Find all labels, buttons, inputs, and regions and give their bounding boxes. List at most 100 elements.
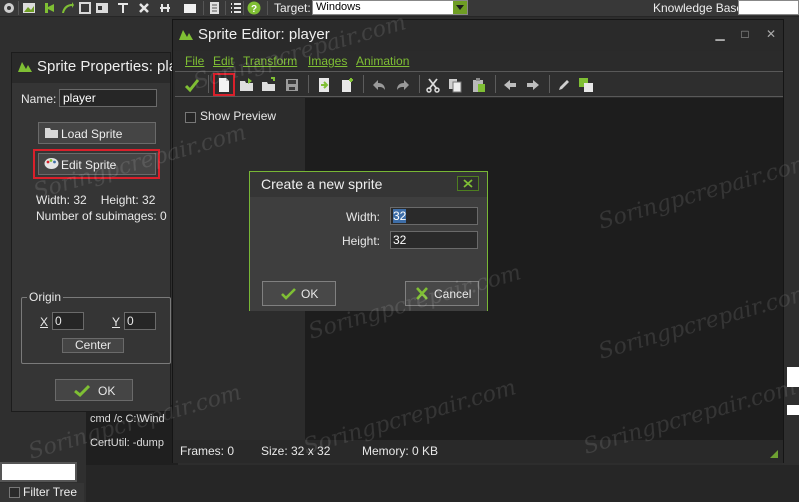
pencil-icon[interactable] — [556, 77, 572, 93]
right-panel-field[interactable] — [787, 405, 799, 415]
load-sprite-label: Load Sprite — [61, 127, 123, 141]
chevron-down-icon[interactable] — [453, 1, 467, 14]
cancel-x-icon — [415, 287, 429, 303]
filter-tree-checkbox[interactable] — [9, 487, 20, 498]
close-x-icon[interactable] — [137, 1, 151, 15]
ok-label: OK — [301, 287, 319, 301]
help-icon[interactable]: ? — [247, 1, 261, 15]
close-icon[interactable] — [457, 176, 479, 191]
menu-edit[interactable]: Edit — [213, 54, 234, 68]
center-button[interactable]: Center — [62, 338, 124, 353]
console-output: cmd /c C:\Wind CertUtil: -dump — [86, 405, 178, 465]
menu-transform[interactable]: Transform — [243, 54, 297, 68]
origin-x-input[interactable]: 0 — [52, 312, 84, 330]
close-icon[interactable]: ✕ — [761, 26, 781, 42]
filter-tree-label: Filter Tree — [23, 485, 78, 499]
minimize-icon[interactable]: ▁ — [710, 26, 730, 42]
sprite-properties-title: Sprite Properties: pla — [37, 58, 178, 75]
add-frame-icon[interactable] — [339, 77, 355, 93]
show-preview-checkbox[interactable] — [185, 112, 196, 123]
target-dropdown[interactable]: Windows — [312, 0, 468, 15]
open-folder-icon[interactable] — [239, 77, 255, 93]
origin-label: Origin — [27, 290, 64, 304]
menu-images[interactable]: Images — [308, 54, 347, 68]
cut-icon[interactable] — [425, 77, 441, 93]
height-label: Height: — [341, 234, 380, 248]
window-icon[interactable] — [183, 1, 197, 15]
ok-label: OK — [98, 384, 116, 398]
show-preview-label: Show Preview — [200, 109, 277, 123]
settings-icon[interactable] — [2, 1, 16, 15]
right-panel — [782, 17, 799, 502]
checkmark-icon — [281, 287, 296, 303]
knowledge-base-input[interactable] — [738, 0, 799, 15]
origin-x-label: X — [40, 315, 49, 329]
filter-tree-option[interactable]: Filter Tree — [0, 483, 84, 502]
sprite-editor-statusbar: Frames: 0 Size: 32 x 32 Memory: 0 KB — [173, 440, 783, 463]
height-readout: Height: 32 — [100, 193, 156, 207]
undo-icon[interactable] — [371, 77, 387, 93]
arrow-right-icon[interactable] — [525, 77, 541, 93]
ide-toolbar: ? Target: Windows Knowledge Base: — [0, 0, 799, 17]
menu-animation[interactable]: Animation — [356, 54, 409, 68]
menu-file[interactable]: File — [185, 54, 204, 68]
toolbar-separator — [208, 75, 209, 93]
toolbar-separator — [225, 1, 226, 15]
sprite-editor-menubar: File Edit Transform Images Animation — [173, 51, 783, 71]
save-disk-icon[interactable] — [284, 77, 300, 93]
confirm-check-icon[interactable] — [184, 77, 200, 93]
resize-grip-icon[interactable] — [769, 448, 779, 458]
create-sprite-titlebar[interactable]: Create a new sprite — [250, 172, 487, 197]
run-icon[interactable] — [60, 1, 74, 15]
list-icon[interactable] — [229, 1, 243, 15]
target-label: Target: — [274, 1, 311, 15]
svg-text:?: ? — [251, 4, 257, 15]
gamemaker-logo-icon — [178, 28, 194, 45]
image-icon[interactable] — [22, 1, 36, 15]
object-icon[interactable] — [78, 1, 92, 15]
room-icon[interactable] — [95, 1, 109, 15]
redo-icon[interactable] — [395, 77, 411, 93]
gamemaker-logo-icon — [17, 60, 33, 77]
console-line: cmd /c C:\Wind — [90, 413, 165, 425]
size-status: Size: 32 x 32 — [261, 444, 331, 458]
origin-y-input[interactable]: 0 — [124, 312, 156, 330]
arrow-left-icon[interactable] — [502, 77, 518, 93]
sprite-editor-titlebar[interactable]: Sprite Editor: player ▁ □ ✕ — [173, 20, 783, 51]
create-sprite-cancel-button[interactable]: Cancel — [405, 281, 479, 306]
create-sprite-ok-button[interactable]: OK — [262, 281, 336, 306]
add-from-file-icon[interactable] — [261, 77, 277, 93]
toolbar-separator — [267, 1, 268, 15]
sprite-properties-titlebar[interactable]: Sprite Properties: pla — [12, 53, 177, 83]
highlight-frame — [213, 73, 235, 96]
sprite-properties-window: Sprite Properties: pla Name: player Load… — [11, 52, 177, 412]
color-swap-icon[interactable] — [578, 77, 594, 93]
checkmark-icon — [74, 384, 91, 400]
font-icon[interactable] — [116, 1, 130, 15]
toolbar-separator — [363, 75, 364, 93]
cancel-label: Cancel — [434, 287, 472, 301]
sprite-dimensions: Width: 32 Height: 32 — [36, 193, 169, 207]
resource-search-input[interactable] — [0, 462, 77, 482]
console-line: CertUtil: -dump — [90, 437, 164, 449]
paste-icon[interactable] — [471, 77, 487, 93]
export-icon[interactable] — [42, 1, 56, 15]
copy-icon[interactable] — [447, 77, 463, 93]
width-input[interactable]: 32 — [390, 207, 478, 225]
width-value: 32 — [393, 209, 407, 223]
load-sprite-button[interactable]: Load Sprite — [38, 122, 156, 144]
subimages-readout: Number of subimages: 0 — [36, 209, 167, 223]
timeline-icon[interactable] — [158, 1, 172, 15]
insert-frame-icon[interactable] — [316, 77, 332, 93]
name-label: Name: — [21, 92, 57, 106]
folder-icon — [44, 126, 59, 142]
sprite-properties-ok-button[interactable]: OK — [55, 379, 133, 401]
sprite-name-input[interactable]: player — [59, 89, 157, 107]
maximize-icon[interactable]: □ — [735, 26, 755, 42]
script-icon[interactable] — [207, 1, 221, 15]
toolbar-separator — [18, 1, 19, 15]
frames-status: Frames: 0 — [180, 444, 235, 458]
right-panel-field[interactable] — [787, 367, 799, 387]
memory-status: Memory: 0 KB — [362, 444, 439, 458]
height-input[interactable]: 32 — [390, 231, 478, 249]
